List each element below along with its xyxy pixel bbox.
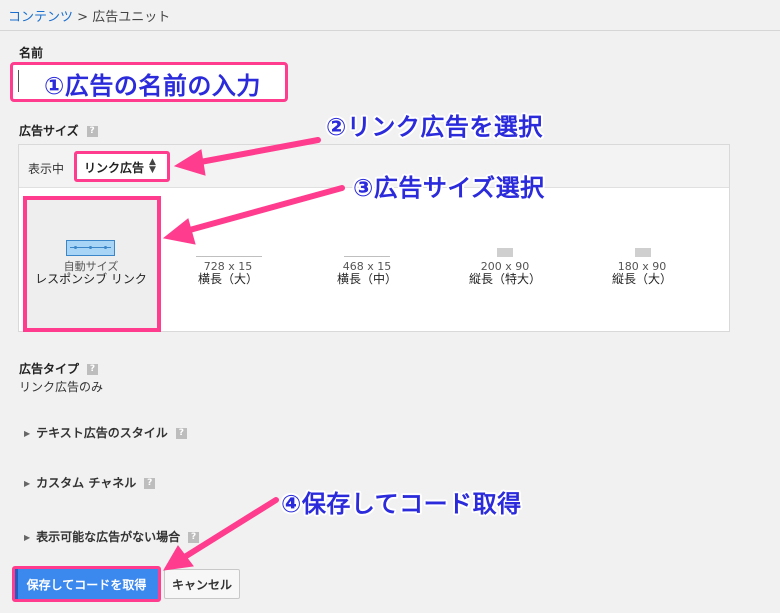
arrow-to-size (183, 185, 345, 234)
arrow-to-select (192, 137, 321, 166)
arrow-to-select-head (173, 149, 206, 176)
arrow-to-save (180, 497, 279, 561)
annotation-arrows (162, 137, 345, 571)
arrow-to-size-head (162, 218, 196, 245)
